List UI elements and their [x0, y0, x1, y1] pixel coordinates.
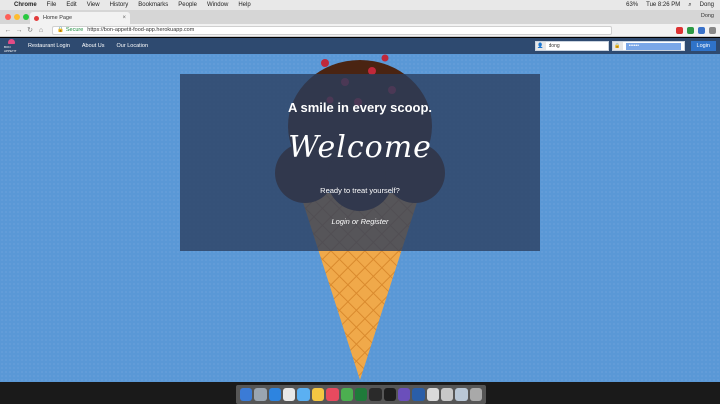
menu-item-window[interactable]: Window: [207, 2, 228, 8]
menubar-status: 63% Tue 8:26 PM ⌕ Dong: [626, 2, 714, 9]
close-window-icon[interactable]: [5, 14, 11, 20]
menu-item-history[interactable]: History: [110, 2, 129, 8]
webpage: BON APPETIT Restaurant Login About Us Ou…: [0, 38, 720, 382]
profile-name[interactable]: Dong: [701, 13, 714, 19]
url-text[interactable]: https://bon-appetit-food-app.herokuapp.c…: [87, 27, 194, 33]
menu-item-view[interactable]: View: [87, 2, 100, 8]
tab-strip: Home Page × Dong: [0, 10, 720, 24]
hero-subtitle: Ready to treat yourself?: [320, 186, 400, 195]
terminal-icon[interactable]: [369, 388, 382, 401]
notes-icon[interactable]: [311, 388, 325, 401]
tab-close-icon[interactable]: ×: [122, 15, 126, 21]
hero-title: Welcome: [288, 130, 432, 165]
folder-icon[interactable]: [441, 388, 454, 401]
messages-icon[interactable]: [354, 388, 368, 401]
mac-dock: [0, 382, 720, 404]
photos-icon[interactable]: [326, 388, 339, 401]
dock-shelf: [236, 385, 486, 404]
browser-toolbar: ← → ↻ ⌂ 🔒 Secure https://bon-appetit-foo…: [0, 24, 720, 37]
menubar-user[interactable]: Dong: [700, 2, 714, 8]
tab-title: Home Page: [43, 15, 73, 21]
search-icon[interactable]: ⌕: [688, 2, 691, 9]
battery-percent[interactable]: 63%: [626, 2, 638, 8]
login-register-link[interactable]: Login or Register: [180, 217, 540, 226]
address-bar[interactable]: 🔒 Secure https://bon-appetit-food-app.he…: [52, 25, 612, 35]
home-icon[interactable]: ⌂: [37, 27, 45, 34]
minimize-window-icon[interactable]: [14, 14, 20, 20]
sprinkle: [321, 59, 329, 67]
menu-app-name[interactable]: Chrome: [14, 2, 37, 8]
safari-icon[interactable]: [268, 388, 282, 401]
hero-panel: A smile in every scoop. Welcome Ready to…: [180, 74, 540, 251]
extension-icons: [676, 26, 716, 34]
back-icon[interactable]: ←: [4, 27, 12, 34]
window-controls: [5, 14, 29, 20]
lock-icon: 🔒: [57, 27, 64, 33]
chrome-icon[interactable]: [340, 388, 353, 401]
editor-icon[interactable]: [383, 388, 396, 401]
extension-green-icon[interactable]: [687, 26, 694, 34]
vscode-icon[interactable]: [412, 388, 425, 401]
secure-label: Secure: [65, 27, 84, 33]
adblock-icon[interactable]: [676, 26, 683, 34]
favicon-icon: [34, 15, 39, 21]
menu-item-edit[interactable]: Edit: [66, 2, 76, 8]
sprinkle: [381, 54, 389, 62]
clock[interactable]: Tue 8:26 PM: [646, 2, 680, 8]
slack-icon[interactable]: [397, 388, 411, 401]
menu-item-file[interactable]: File: [47, 2, 57, 8]
launchpad-icon[interactable]: [254, 388, 267, 401]
menu-item-people[interactable]: People: [178, 2, 197, 8]
forward-icon[interactable]: →: [15, 27, 23, 34]
zoom-window-icon[interactable]: [23, 14, 29, 20]
menu-item-help[interactable]: Help: [238, 2, 250, 8]
extension-blue-icon[interactable]: [698, 26, 705, 34]
reload-icon[interactable]: ↻: [26, 26, 34, 34]
tab-home-page[interactable]: Home Page ×: [30, 12, 130, 24]
preview-icon[interactable]: [426, 388, 440, 401]
menu-dots-icon[interactable]: [709, 26, 716, 34]
mac-menubar: Chrome File Edit View History Bookmarks …: [0, 0, 720, 10]
calendar-icon[interactable]: [283, 388, 296, 401]
mail-icon[interactable]: [297, 388, 310, 401]
finder-icon[interactable]: [240, 388, 253, 401]
hero-tagline: A smile in every scoop.: [287, 100, 433, 115]
trash-icon[interactable]: [469, 388, 483, 401]
downloads-icon[interactable]: [455, 388, 468, 401]
menu-item-bookmarks[interactable]: Bookmarks: [138, 2, 168, 8]
